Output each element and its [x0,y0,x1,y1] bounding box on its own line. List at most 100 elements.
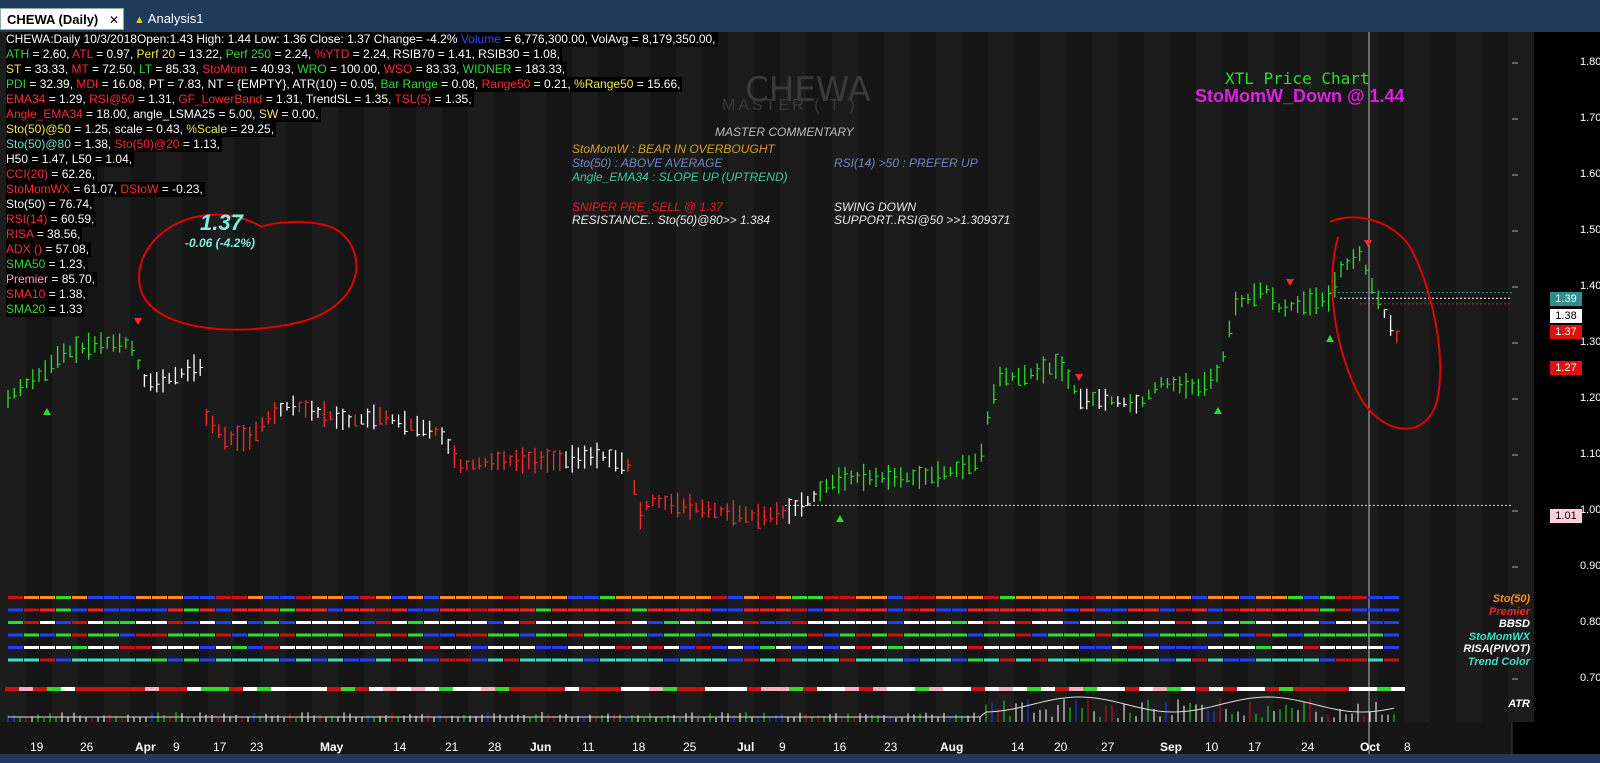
ribbon-segment [8,608,23,612]
ribbon-segment [120,621,135,624]
close-icon[interactable]: ✕ [109,9,119,31]
ribbon-segment [1080,596,1095,599]
atr-band-segment [1237,687,1251,691]
atr-band-segment [341,687,355,691]
ribbon-segment [984,646,999,649]
ribbon-segment [1224,646,1239,649]
price-badge: 1.39 [1550,292,1582,306]
tab-chewa-daily[interactable]: CHEWA (Daily) ✕ [0,8,124,30]
atr-band-segment [299,687,313,691]
ribbon-segment [904,633,919,637]
ribbon-segment [840,646,855,649]
ribbon-segment [40,633,55,637]
ribbon-segment [120,633,135,637]
ribbon-segment [1144,658,1159,662]
ribbon-segment [632,646,647,649]
info-text: WRO [297,62,327,76]
ribbon-segment [1272,633,1287,637]
ribbon-segment [744,646,759,649]
ribbon-segment [1128,646,1143,649]
ribbon-segment [312,646,327,649]
ribbon-segment [120,658,135,662]
indicator-label: Sto(50) [1492,593,1530,605]
ribbon-segment [1240,658,1255,662]
commentary-line: RESISTANCE.. Sto(50)@80>> 1.384 [572,213,771,227]
title-bar: CHEWA (Daily) ✕ ▲ Analysis1 ⚙ [0,0,1600,49]
atr-band-segment [929,687,943,691]
ribbon-segment [1368,596,1383,599]
ribbon-segment [968,646,983,649]
atr-band-segment [145,687,159,691]
atr-band-segment [1125,687,1139,691]
ribbon-segment [1048,608,1063,612]
ribbon-segment [216,633,231,637]
tab-label: Analysis1 [147,11,204,26]
ribbon-segment [664,608,679,612]
info-text: MT [71,62,89,76]
ribbon-segment [1096,646,1111,649]
info-row: Sto(50) = 76.74, [6,197,95,212]
info-text: StoMom [202,62,247,76]
ribbon-segment [696,633,711,637]
atr-band-segment [201,687,215,691]
ribbon-segment [1384,608,1399,612]
ribbon-segment [56,596,71,599]
info-row: CCI(20) = 62.26, [6,167,98,182]
ribbon-segment [584,658,599,662]
atr-band-segment [439,687,453,691]
ribbon-segment [776,646,791,649]
info-text: %Scale [186,122,227,136]
ribbon-segment [1192,608,1207,612]
ribbon-segment [1256,608,1271,612]
sheet-tabs-bar[interactable] [0,754,1600,763]
atr-band-segment [621,687,635,691]
ribbon-segment [696,621,711,624]
ribbon-segment [856,608,871,612]
ribbon-segment [88,633,103,637]
ribbon-segment [8,621,23,624]
ribbon-segment [264,633,279,637]
ribbon-segment [1272,621,1287,624]
ribbon-segment [248,596,263,599]
ribbon-segment [728,621,743,624]
ribbon-segment [904,596,919,599]
atr-band-segment [971,687,985,691]
ribbon-segment [1336,621,1351,624]
info-text: = 62.26, [48,167,96,181]
ribbon-segment [24,658,39,662]
ribbon-segment [392,646,407,649]
info-text: = 1.23, [45,257,86,271]
info-text: = 13.22, [175,47,226,61]
atr-band-segment [915,687,929,691]
info-text: ADX () [6,242,42,256]
ribbon-segment [504,596,519,599]
ribbon-segment [728,608,743,612]
ribbon-segment [504,658,519,662]
ribbon-segment [424,608,439,612]
ribbon-segment [824,646,839,649]
atr-band-segment [691,687,705,691]
tab-analysis1[interactable]: ▲ Analysis1 ⚙ [128,8,216,49]
ribbon-segment [488,633,503,637]
atr-band-segment [383,687,397,691]
atr-band-segment [957,687,971,691]
ribbon-segment [952,658,967,662]
atr-band-segment [537,687,551,691]
atr-band-segment [873,687,887,691]
ribbon-segment [1176,658,1191,662]
info-text: = 2.24, [270,47,315,61]
ribbon-segment [200,633,215,637]
ribbon-segment [88,646,103,649]
atr-band-segment [803,687,817,691]
ribbon-segment [1016,658,1031,662]
ribbon-segment [296,658,311,662]
ribbon-segment [184,658,199,662]
atr-band-segment [1069,687,1083,691]
ribbon-segment [1304,658,1319,662]
ribbon-segment [280,608,295,612]
ribbon-segment [1256,621,1271,624]
ribbon-segment [1112,608,1127,612]
ribbon-segment [1048,658,1063,662]
ribbon-segment [952,646,967,649]
ribbon-segment [424,596,439,599]
